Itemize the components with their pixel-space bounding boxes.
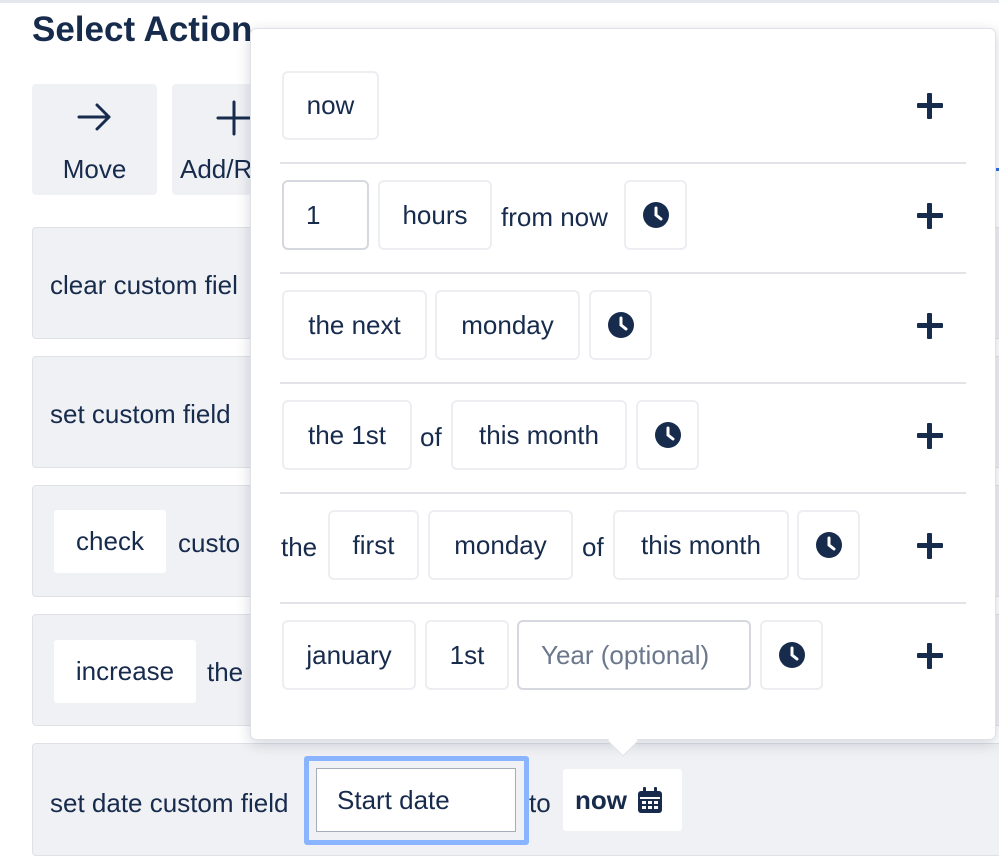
calendar-icon [638, 787, 662, 813]
add-remove-tile[interactable]: Add/R [172, 84, 252, 195]
plus-icon[interactable] [917, 313, 943, 339]
plus-icon[interactable] [917, 203, 943, 229]
year-input[interactable]: Year (optional) [517, 620, 751, 690]
of-label: of [582, 532, 604, 562]
card-label: clear custom fiel [50, 270, 238, 300]
plus-icon[interactable] [917, 423, 943, 449]
clock-icon [642, 202, 669, 228]
amount-input[interactable]: 1 [282, 180, 369, 250]
plus-icon[interactable] [917, 533, 943, 559]
increase-select[interactable]: increase [54, 640, 196, 703]
time-button[interactable] [797, 510, 860, 580]
plus-icon [172, 100, 252, 141]
weekday-select[interactable]: monday [435, 290, 580, 360]
unit-select[interactable]: hours [378, 180, 492, 250]
top-divider [0, 0, 999, 3]
row-divider [280, 162, 966, 164]
period-select[interactable]: this month [613, 510, 789, 580]
the-label: the [281, 532, 318, 562]
relative-label: from now [501, 202, 608, 232]
clock-icon [654, 422, 681, 448]
date-value: now [575, 784, 627, 815]
card-label: set custom field [50, 399, 231, 429]
move-tile[interactable]: Move [32, 84, 157, 195]
row-divider [280, 272, 966, 274]
card-label: the [207, 657, 244, 687]
custom-field-select[interactable]: Start date [316, 768, 516, 832]
day-select[interactable]: 1st [425, 620, 509, 690]
which-select[interactable]: first [328, 510, 419, 580]
card-label: custo [178, 528, 241, 558]
clock-icon [607, 312, 634, 338]
add-remove-tile-label: Add/R [180, 154, 252, 184]
month-select[interactable]: january [282, 620, 416, 690]
page-title: Select Action [32, 10, 253, 49]
period-select[interactable]: this month [451, 400, 627, 470]
weekday-select[interactable]: monday [428, 510, 573, 580]
row-divider [280, 492, 966, 494]
clock-icon [815, 532, 842, 558]
time-button[interactable] [636, 400, 699, 470]
card-label: set date custom field [50, 788, 289, 818]
to-label: to [529, 788, 551, 818]
option-now[interactable]: now [282, 71, 379, 140]
clock-icon [778, 642, 805, 668]
date-picker-trigger[interactable]: now [563, 769, 682, 831]
relative-select[interactable]: the next [282, 290, 427, 360]
row-divider [280, 382, 966, 384]
move-tile-label: Move [62, 154, 127, 184]
plus-icon[interactable] [917, 93, 943, 119]
time-button[interactable] [589, 290, 652, 360]
of-label: of [420, 422, 442, 452]
check-select[interactable]: check [54, 510, 166, 573]
ordinal-select[interactable]: the 1st [282, 400, 412, 470]
plus-icon[interactable] [917, 643, 943, 669]
time-button[interactable] [760, 620, 823, 690]
arrow-right-icon [32, 100, 157, 139]
row-divider [280, 602, 966, 604]
time-button[interactable] [624, 180, 687, 250]
